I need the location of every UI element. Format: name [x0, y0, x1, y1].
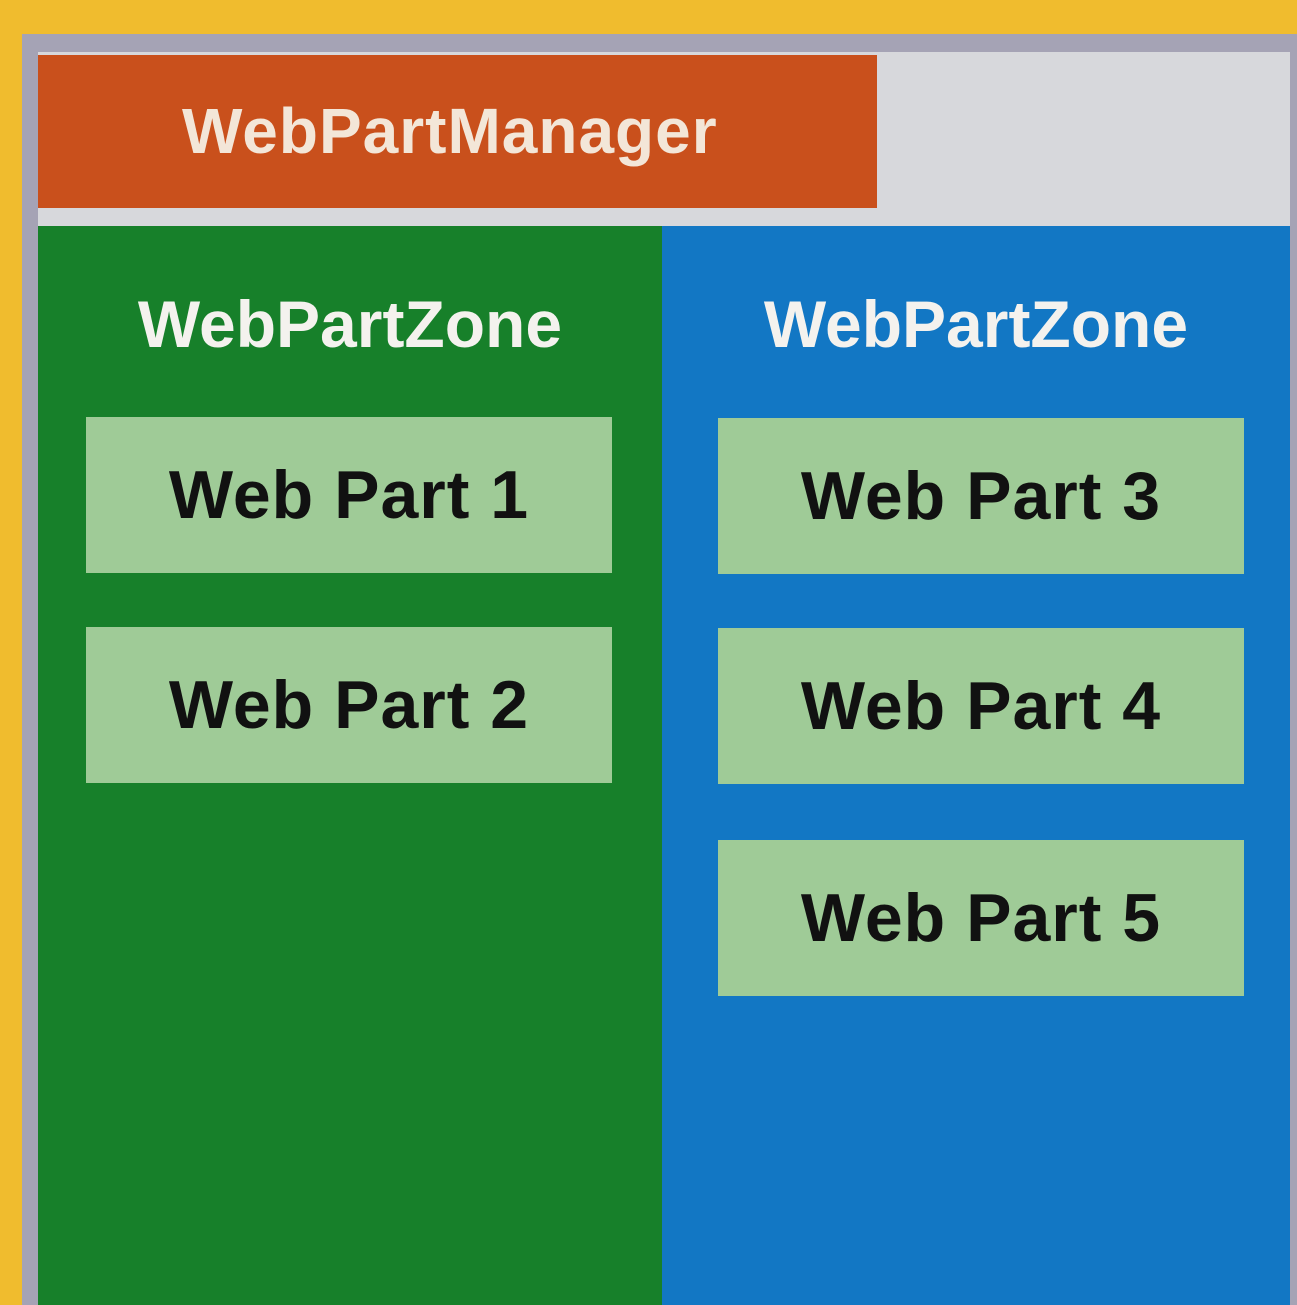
web-part-3: Web Part 3: [718, 418, 1244, 574]
web-part-zone-left: WebPartZone Web Part 1 Web Part 2: [38, 226, 662, 1305]
web-part-2: Web Part 2: [86, 627, 612, 783]
web-part-manager: WebPartManager: [38, 55, 877, 208]
web-part-5: Web Part 5: [718, 840, 1244, 996]
web-part-zone-right: WebPartZone Web Part 3 Web Part 4 Web Pa…: [662, 226, 1290, 1305]
zone-title-right: WebPartZone: [763, 287, 1189, 361]
web-part-1: Web Part 1: [86, 417, 612, 573]
zone-title-left: WebPartZone: [137, 287, 563, 361]
web-part-4: Web Part 4: [718, 628, 1244, 784]
